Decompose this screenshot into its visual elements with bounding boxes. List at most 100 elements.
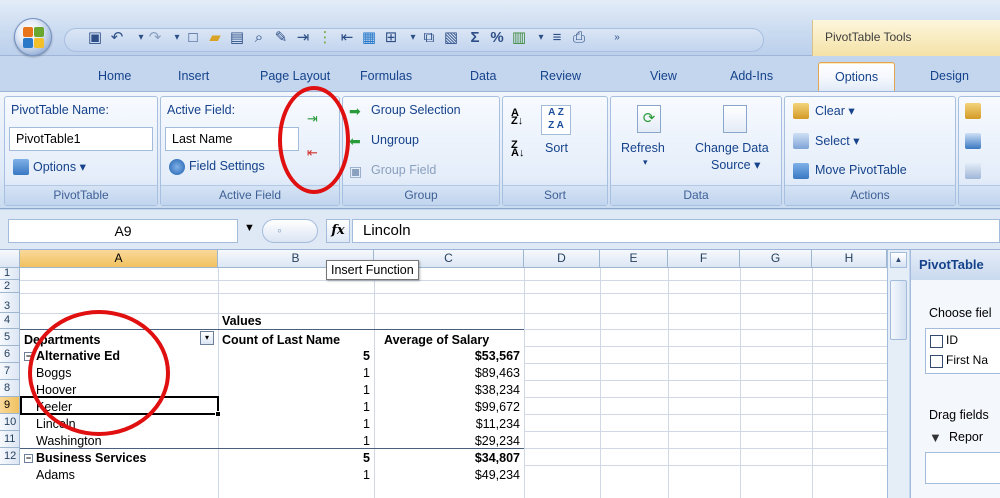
count-cell[interactable]: 1 <box>218 467 370 483</box>
options-button[interactable]: Options ▾ <box>33 159 86 174</box>
row-header[interactable]: 11 <box>0 431 20 448</box>
column-header-a[interactable]: A <box>20 250 218 268</box>
percent-icon[interactable]: % <box>488 29 506 47</box>
tab-design[interactable]: Design <box>930 62 969 92</box>
row-header-selected[interactable]: 9 <box>0 397 20 414</box>
fill-handle[interactable] <box>215 411 221 417</box>
field-list-icon[interactable]: ⋮ <box>316 29 334 47</box>
format-painter-icon[interactable]: ✎ <box>272 29 290 47</box>
change-data-source-line2[interactable]: Source ▾ <box>711 157 760 172</box>
save-icon[interactable]: ▣ <box>86 29 104 47</box>
count-cell[interactable]: 1 <box>218 382 370 398</box>
row-header[interactable]: 4 <box>0 313 20 329</box>
tab-data[interactable]: Data <box>470 62 496 92</box>
name-box-dropdown-icon[interactable]: ▼ <box>244 222 255 234</box>
align-icon[interactable]: ≡ <box>548 29 566 47</box>
count-cell[interactable]: 1 <box>218 365 370 381</box>
borders-icon[interactable]: ⊞ <box>382 29 400 47</box>
column-header-g[interactable]: G <box>740 250 812 268</box>
field-settings-button[interactable]: Field Settings <box>189 159 265 173</box>
collapse-icon[interactable]: − <box>24 454 33 463</box>
count-cell[interactable]: 1 <box>218 416 370 432</box>
more-commands-icon[interactable]: » <box>608 29 626 47</box>
active-cell[interactable] <box>20 396 221 417</box>
column-header-d[interactable]: D <box>524 250 600 268</box>
printer-icon[interactable]: ⎙ <box>570 29 588 47</box>
redo-icon[interactable]: ↷ <box>146 29 164 47</box>
avg-cell[interactable]: $49,234 <box>374 467 520 483</box>
tab-insert[interactable]: Insert <box>178 62 209 92</box>
row-label[interactable]: Boggs <box>36 365 71 381</box>
row-header[interactable]: 8 <box>0 380 20 397</box>
insert-function-button[interactable]: fx <box>326 219 350 243</box>
tab-formulas[interactable]: Formulas <box>360 62 412 92</box>
avg-cell[interactable]: $11,234 <box>374 416 520 432</box>
collapse-field-icon[interactable]: ⇤ <box>307 145 323 161</box>
new-icon[interactable]: □ <box>184 29 202 47</box>
refresh-button[interactable]: Refresh <box>621 141 665 155</box>
avg-cell[interactable]: $34,807 <box>374 450 520 466</box>
name-box[interactable]: A9 <box>8 219 238 243</box>
count-cell[interactable]: 5 <box>218 348 370 364</box>
open-icon[interactable]: ▰ <box>206 29 224 47</box>
office-button[interactable] <box>14 18 52 56</box>
row-header[interactable]: 10 <box>0 414 20 431</box>
expand-field-icon[interactable]: ⇥ <box>307 111 323 127</box>
departments-filter-dropdown-icon[interactable]: ▾ <box>200 331 214 345</box>
collapse-icon[interactable]: − <box>24 352 33 361</box>
refresh-dropdown-icon[interactable]: ▾ <box>643 157 648 168</box>
sort-button[interactable]: Sort <box>545 141 568 155</box>
row-header[interactable]: 3 <box>0 293 20 313</box>
field-checkbox-first-name[interactable] <box>930 355 943 368</box>
avg-cell[interactable]: $38,234 <box>374 382 520 398</box>
row-header[interactable]: 12 <box>0 448 20 465</box>
row-label[interactable]: Lincoln <box>36 416 76 432</box>
worksheet-grid[interactable]: A B C D E F G H 1 2 3 4 5 6 7 8 9 10 11 … <box>0 250 887 498</box>
column-header-e[interactable]: E <box>600 250 668 268</box>
avg-cell[interactable]: $29,234 <box>374 433 520 449</box>
row-label[interactable]: Adams <box>36 467 75 483</box>
tab-view[interactable]: View <box>650 62 677 92</box>
row-header[interactable]: 1 <box>0 268 20 280</box>
row-label[interactable]: Washington <box>36 433 102 449</box>
formulas-icon[interactable] <box>965 133 981 149</box>
count-cell[interactable]: 1 <box>218 433 370 449</box>
olap-tools-icon[interactable] <box>965 163 981 179</box>
vertical-scrollbar[interactable]: ▲ <box>887 250 909 498</box>
paste-special-icon[interactable]: ▧ <box>442 29 460 47</box>
scroll-up-icon[interactable]: ▲ <box>890 252 907 268</box>
group-label-cell[interactable]: − Business Services <box>24 450 147 466</box>
sort-a-to-z-icon[interactable]: A Z↓ <box>511 108 527 127</box>
print-preview-icon[interactable]: ⌕ <box>250 29 268 47</box>
chart-icon[interactable]: ▦ <box>360 29 378 47</box>
paste-icon[interactable]: ▤ <box>228 29 246 47</box>
group-label-cell[interactable]: − Alternative Ed <box>24 348 120 364</box>
formula-input[interactable]: Lincoln <box>352 219 1000 243</box>
outdent-icon[interactable]: ⇤ <box>338 29 356 47</box>
row-header[interactable]: 5 <box>0 329 20 346</box>
change-data-source-button[interactable]: Change Data <box>695 141 769 155</box>
pivottable-name-input[interactable]: PivotTable1 <box>9 127 153 151</box>
scrollbar-thumb[interactable] <box>890 280 907 340</box>
row-header[interactable]: 7 <box>0 363 20 380</box>
avg-cell[interactable]: $99,672 <box>374 399 520 415</box>
autosum-icon[interactable]: Σ <box>466 29 484 47</box>
tab-home[interactable]: Home <box>98 62 131 92</box>
ungroup-button[interactable]: Ungroup <box>371 133 419 147</box>
clear-button[interactable]: Clear ▾ <box>815 103 855 118</box>
undo-icon[interactable]: ↶ <box>108 29 126 47</box>
row-header[interactable]: 2 <box>0 280 20 293</box>
pivotchart-icon[interactable] <box>965 103 981 119</box>
formula-bar-resize-handle[interactable]: ◦ <box>262 219 318 243</box>
field-checkbox-id[interactable] <box>930 335 943 348</box>
row-header[interactable]: 6 <box>0 346 20 363</box>
group-field-button[interactable]: Group Field <box>371 163 436 177</box>
column-header-h[interactable]: H <box>812 250 887 268</box>
report-filter-drop-area[interactable] <box>925 452 1000 484</box>
sort-z-to-a-icon[interactable]: Z A↓ <box>511 140 527 159</box>
table-icon[interactable]: ▥ <box>510 29 528 47</box>
copy-icon[interactable]: ⧉ <box>420 29 438 47</box>
count-cell[interactable]: 5 <box>218 450 370 466</box>
indent-icon[interactable]: ⇥ <box>294 29 312 47</box>
sort-dialog-icon[interactable]: A ZZ A <box>541 105 571 135</box>
